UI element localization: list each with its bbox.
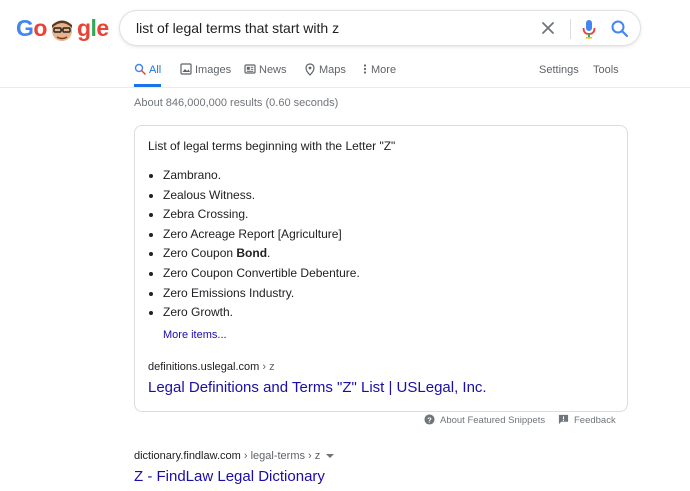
list-item: Zero Coupon Bond. — [163, 244, 360, 264]
chevron-down-icon[interactable] — [326, 454, 335, 459]
list-item: Zero Coupon Convertible Debenture. — [163, 264, 360, 284]
divider — [570, 19, 571, 39]
feedback-link[interactable]: Feedback — [558, 414, 616, 428]
more-items-link[interactable]: More items... — [163, 329, 227, 341]
featured-snippet: List of legal terms beginning with the L… — [134, 125, 628, 412]
result-domain: dictionary.findlaw.com — [134, 450, 241, 462]
search-icon — [134, 63, 146, 75]
result-url[interactable]: dictionary.findlaw.com › legal-terms › z — [134, 450, 335, 462]
item-text: . — [267, 246, 271, 261]
list-item: Zambrano. — [163, 166, 360, 186]
about-label: About Featured Snippets — [440, 415, 546, 426]
list-item: Zero Acreage Report [Agriculture] — [163, 225, 360, 245]
tab-label: More — [371, 64, 397, 76]
tab-label: All — [149, 64, 162, 76]
result-url[interactable]: definitions.uslegal.com › z — [148, 361, 275, 373]
breadcrumb: › z — [259, 361, 275, 373]
list-item: Zealous Witness. — [163, 186, 360, 206]
item-text: Zero Coupon — [163, 246, 237, 261]
result-title-link[interactable]: Z - FindLaw Legal Dictionary — [134, 468, 325, 485]
result-title-link[interactable]: Legal Definitions and Terms "Z" List | U… — [148, 379, 487, 396]
settings-link[interactable]: Settings — [539, 56, 579, 87]
tools-link[interactable]: Tools — [593, 56, 619, 87]
breadcrumb: › legal-terms › z — [240, 450, 321, 462]
more-vert-icon — [363, 64, 367, 74]
result-stats: About 846,000,000 results (0.60 seconds) — [134, 97, 339, 109]
item-bold-text: Bond — [236, 246, 268, 261]
microphone-icon[interactable] — [581, 19, 597, 39]
search-icon[interactable] — [610, 19, 630, 39]
google-logo[interactable]: Go gle — [16, 14, 109, 42]
tab-maps[interactable]: Maps — [304, 56, 346, 87]
help-icon: ? — [424, 414, 435, 425]
doodle-icon — [51, 20, 72, 41]
news-icon — [244, 64, 256, 74]
tab-label: Images — [195, 64, 232, 76]
snippet-list: Zambrano. Zealous Witness. Zebra Crossin… — [163, 166, 360, 323]
list-item: Zero Emissions Industry. — [163, 284, 360, 304]
tab-all[interactable]: All — [134, 56, 162, 87]
map-pin-icon — [305, 62, 315, 76]
feedback-label: Feedback — [574, 415, 616, 426]
tab-label: Maps — [319, 64, 346, 76]
search-tabs: All Images News Maps More Settings Tools — [0, 56, 690, 88]
tab-images[interactable]: Images — [180, 56, 231, 87]
tab-news[interactable]: News — [244, 56, 287, 87]
search-input[interactable]: list of legal terms that start with z — [136, 11, 339, 45]
snippet-heading: List of legal terms beginning with the L… — [148, 139, 396, 153]
tab-more[interactable]: More — [362, 56, 396, 87]
result-domain: definitions.uslegal.com — [148, 361, 260, 373]
clear-icon[interactable] — [540, 20, 556, 36]
search-box[interactable]: list of legal terms that start with z — [119, 10, 641, 46]
list-item: Zero Growth. — [163, 303, 360, 323]
image-icon — [180, 63, 192, 75]
list-item: Zebra Crossing. — [163, 205, 360, 225]
feedback-icon — [558, 414, 569, 425]
tab-label: News — [259, 64, 287, 76]
svg-text:?: ? — [427, 415, 432, 424]
about-featured-snippets[interactable]: ? About Featured Snippets — [424, 414, 545, 428]
